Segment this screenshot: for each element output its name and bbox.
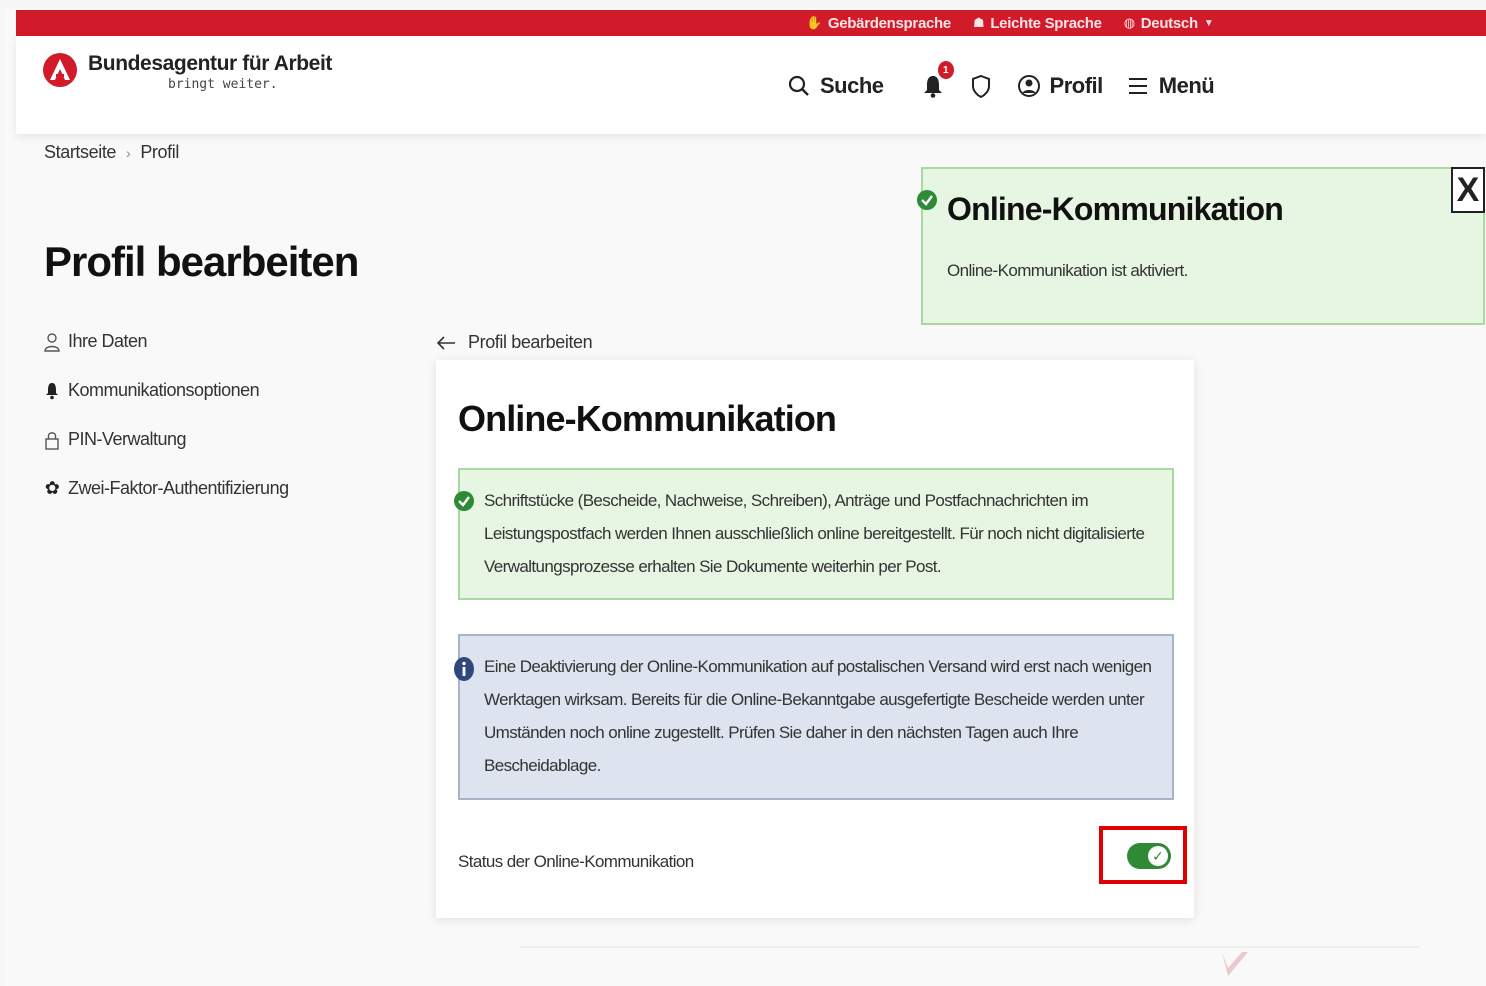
notification-badge: 1 <box>937 61 954 79</box>
menu-label: Menü <box>1158 73 1215 98</box>
user-circle-icon <box>1017 75 1040 97</box>
success-notice-text: Schriftstücke (Bescheide, Nachweise, Sch… <box>484 491 1145 576</box>
page: ✋ Gebärdensprache ☗ Leichte Sprache ◍ De… <box>0 0 1486 986</box>
sign-language-link[interactable]: ✋ Gebärdensprache <box>806 15 951 32</box>
sidebar-item-label: Kommunikationsoptionen <box>68 380 260 400</box>
breadcrumb-separator: › <box>126 144 131 161</box>
language-label: Deutsch <box>1140 14 1198 32</box>
sidebar-item-label: Ihre Daten <box>68 331 148 351</box>
menu-button[interactable]: Menü <box>1125 73 1215 99</box>
utility-links: ✋ Gebärdensprache ☗ Leichte Sprache ◍ De… <box>806 10 1214 36</box>
check-circle-icon <box>917 190 937 210</box>
easy-language-label: Leichte Sprache <box>990 14 1102 32</box>
bell-icon <box>46 382 58 399</box>
shield-button[interactable] <box>968 73 994 99</box>
profile-label: Profil <box>1049 73 1104 98</box>
notifications-button[interactable]: 1 <box>920 61 954 99</box>
sidebar-item-label: PIN-Verwaltung <box>68 429 187 449</box>
person-icon <box>44 332 60 352</box>
logo-title: Bundesagentur für Arbeit <box>88 52 332 75</box>
info-notice: Eine Deaktivierung der Online-Kommunikat… <box>454 634 1174 800</box>
sidebar-item-kommunikationsoptionen[interactable]: Kommunikationsoptionen <box>44 379 289 402</box>
ba-logo-icon <box>43 53 77 87</box>
check-circle-icon <box>454 491 474 511</box>
sign-language-label: Gebärdensprache <box>827 14 951 32</box>
success-notice: Schriftstücke (Bescheide, Nachweise, Sch… <box>454 468 1174 600</box>
breadcrumb-home[interactable]: Startseite <box>44 142 116 163</box>
easy-language-icon: ☗ <box>972 15 985 30</box>
status-label: Status der Online-Kommunikation <box>458 852 694 871</box>
back-link-label: Profil bearbeiten <box>468 332 593 352</box>
arrow-left-icon <box>436 335 455 350</box>
sidebar-item-pin-verwaltung[interactable]: PIN-Verwaltung <box>44 428 289 451</box>
sidebar-item-ihre-daten[interactable]: Ihre Daten <box>44 330 289 353</box>
breadcrumb: Startseite › Profil <box>44 142 179 163</box>
page-title: Profil bearbeiten <box>44 238 359 285</box>
search-label: Suche <box>820 73 884 98</box>
easy-language-link[interactable]: ☗ Leichte Sprache <box>973 15 1102 32</box>
sidebar-item-label: Zwei-Faktor-Authentifizierung <box>68 478 289 498</box>
divider <box>520 946 1420 948</box>
shield-icon <box>971 74 990 99</box>
toast-title: Online-Kommunikation <box>947 191 1284 227</box>
search-button[interactable]: Suche <box>786 73 884 99</box>
profile-button[interactable]: Profil <box>1016 73 1103 99</box>
online-communication-card: Online-Kommunikation Schriftstücke (Besc… <box>436 360 1194 918</box>
success-toast: Online-Kommunikation Online-Kommunikatio… <box>917 167 1485 325</box>
sidebar-item-zwei-faktor[interactable]: ✿ Zwei-Faktor-Authentifizierung <box>44 477 289 500</box>
decorative-mark <box>1222 952 1248 976</box>
toggle-knob: ✓ <box>1148 846 1168 866</box>
bell-icon: 1 <box>920 61 954 99</box>
gear-icon: ✿ <box>44 478 60 498</box>
toast-message: Online-Kommunikation ist aktiviert. <box>947 261 1188 280</box>
online-communication-toggle[interactable]: ✓ <box>1127 843 1171 869</box>
info-circle-icon <box>454 657 474 681</box>
breadcrumb-current[interactable]: Profil <box>140 142 179 163</box>
card-title: Online-Kommunikation <box>458 398 837 439</box>
logo[interactable]: Bundesagentur für Arbeit bringt weiter. <box>42 52 332 92</box>
caret-down-icon: ▼ <box>1203 17 1214 29</box>
language-selector[interactable]: ◍ Deutsch ▼ <box>1124 15 1214 32</box>
toast-close-button[interactable]: X <box>1451 167 1485 213</box>
search-icon <box>788 75 809 96</box>
logo-slogan: bringt weiter. <box>168 77 278 92</box>
profile-sidebar: Ihre Daten Kommunikationsoptionen PIN-Ve… <box>44 330 289 500</box>
hamburger-icon <box>1128 78 1147 94</box>
back-link[interactable]: Profil bearbeiten <box>436 332 593 353</box>
globe-icon: ◍ <box>1123 15 1135 30</box>
site-header: Bundesagentur für Arbeit bringt weiter. … <box>16 36 1486 134</box>
status-row: Status der Online-Kommunikation <box>458 842 1174 882</box>
main-nav: Suche 1 Profil Menü <box>786 56 1215 116</box>
lock-icon <box>45 431 59 450</box>
info-notice-text: Eine Deaktivierung der Online-Kommunikat… <box>484 657 1152 775</box>
utility-bar: ✋ Gebärdensprache ☗ Leichte Sprache ◍ De… <box>16 10 1486 36</box>
check-icon: ✓ <box>1152 847 1164 864</box>
hand-icon: ✋ <box>806 15 822 30</box>
